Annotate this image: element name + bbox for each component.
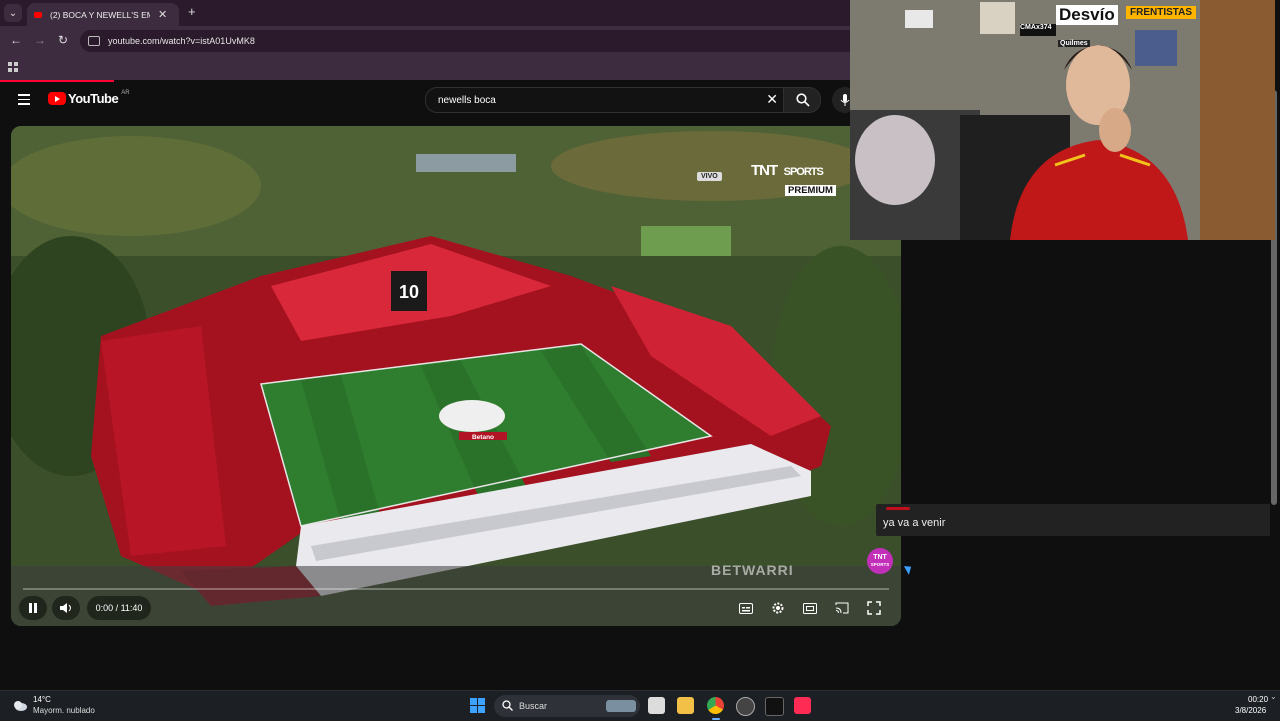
pause-button[interactable] (19, 596, 47, 620)
search-button[interactable] (783, 87, 821, 113)
theater-mode-button[interactable] (802, 600, 818, 616)
tab-strip: ⌄ (2) BOCA Y NEWELL'S EMPA ✕ + (0, 0, 850, 26)
chevron-down-icon: ⌄ (8, 7, 18, 19)
site-info-icon[interactable] (88, 36, 100, 46)
video-player[interactable]: 10 Betano VIVO TNT SPORTS PREMIUM BETWAR… (11, 126, 901, 626)
pause-icon (29, 603, 37, 613)
clock-date[interactable]: 3/8/2026 (1235, 706, 1266, 715)
hamburger-menu-icon[interactable] (18, 94, 30, 108)
youtube-favicon-icon (34, 11, 42, 18)
forward-arrow-icon[interactable]: → (34, 33, 46, 47)
corner-bug-brand: TNT (873, 554, 887, 561)
stand-flag-number: 10 (399, 282, 419, 302)
task-view-icon[interactable] (648, 697, 665, 714)
taskbar-search[interactable]: Buscar (494, 695, 640, 717)
theater-mode-icon (803, 602, 817, 614)
tab-title: (2) BOCA Y NEWELL'S EMPA (50, 9, 150, 20)
windows-taskbar: 14°C Mayorm. nublado Buscar 00:20 3/8/20… (0, 690, 1280, 721)
country-code: AR (121, 89, 130, 96)
wall-sticker-quilmes: Quilmes (1058, 40, 1090, 47)
search-input[interactable] (436, 93, 740, 107)
bookmarks-bar (0, 56, 850, 80)
corner-bug-sub: SPORTS (870, 562, 890, 567)
search-icon (502, 700, 513, 711)
address-bar[interactable]: youtube.com/watch?v=istA01UvMK8 (80, 30, 850, 52)
browser-toolbar: ← → ↻ youtube.com/watch?v=istA01UvMK8 (0, 26, 850, 56)
chat-message-text: ya va a venir (883, 517, 946, 529)
chat-message: ya va a venir (876, 504, 1270, 536)
wall-sign-desvio: Desvío (1056, 5, 1118, 25)
capcut-icon[interactable] (765, 697, 784, 716)
chat-area (901, 240, 1280, 690)
start-button[interactable] (470, 698, 485, 713)
stadium-aerial-frame: 10 Betano (11, 126, 901, 626)
time-display: 0:00 / 11:40 (87, 596, 151, 620)
search-highlight-image (606, 700, 636, 712)
chrome-icon[interactable] (707, 697, 724, 714)
broadcaster-name: TNT (751, 162, 778, 179)
search-icon (796, 93, 810, 107)
file-explorer-icon[interactable] (677, 697, 694, 714)
webcam-scene (850, 0, 1275, 240)
weather-description[interactable]: Mayorm. nublado (33, 706, 95, 715)
cast-button[interactable] (834, 600, 850, 616)
live-badge: VIVO (697, 172, 722, 181)
new-tab-button[interactable]: + (188, 4, 196, 19)
tab-close-icon[interactable]: ✕ (158, 8, 167, 21)
broadcaster-tier: PREMIUM (785, 185, 836, 196)
tab-search-button[interactable]: ⌄ (4, 4, 22, 22)
broadcaster-sports: SPORTS (783, 166, 824, 178)
fullscreen-button[interactable] (866, 600, 882, 616)
youtube-play-icon (48, 92, 66, 105)
volume-icon (60, 603, 71, 613)
broadcaster-logo: TNT SPORTS PREMIUM (751, 162, 836, 198)
settings-button[interactable] (770, 600, 786, 616)
taskbar-search-label: Buscar (519, 701, 548, 711)
fullscreen-icon (867, 601, 881, 615)
wall-sticker: CMAx374 (1020, 24, 1052, 31)
obs-studio-icon[interactable] (736, 697, 755, 716)
channel-corner-bug: TNT SPORTS (867, 548, 893, 574)
streamer-webcam: Desvío FRENTISTAS CMAx374 Quilmes (850, 0, 1275, 240)
video-progress-bar[interactable] (23, 588, 889, 590)
back-arrow-icon[interactable]: ← (10, 33, 22, 47)
cast-icon (835, 602, 849, 614)
youtube-masthead: YouTube AR ✕ (0, 82, 858, 118)
subtitles-icon (739, 602, 753, 614)
wall-sign-frentistas: FRENTISTAS (1126, 6, 1197, 19)
pitch-banner: Betano (472, 434, 494, 441)
cloudy-weather-icon[interactable] (12, 698, 28, 712)
reload-icon[interactable]: ↻ (58, 33, 68, 47)
youtube-logo[interactable]: YouTube AR (48, 89, 130, 106)
sponsor-watermark: BETWARRI (711, 562, 794, 578)
notification-chevron-icon[interactable]: ⌄ (1270, 692, 1277, 701)
subtitles-button[interactable] (738, 600, 754, 616)
clear-search-icon[interactable]: ✕ (766, 91, 778, 108)
volume-button[interactable] (52, 596, 80, 620)
gear-icon (772, 602, 784, 614)
search-box: ✕ (425, 87, 785, 113)
url-text[interactable]: youtube.com/watch?v=istA01UvMK8 (108, 36, 255, 46)
active-tab[interactable]: (2) BOCA Y NEWELL'S EMPA ✕ (27, 3, 179, 26)
clock-time[interactable]: 00:20 (1248, 695, 1268, 704)
tiktok-icon[interactable] (794, 697, 811, 714)
youtube-wordmark: YouTube (68, 91, 119, 106)
weather-temperature[interactable]: 14°C (33, 695, 51, 704)
apps-grid-icon[interactable] (8, 62, 18, 72)
chat-author-badge (886, 507, 910, 510)
